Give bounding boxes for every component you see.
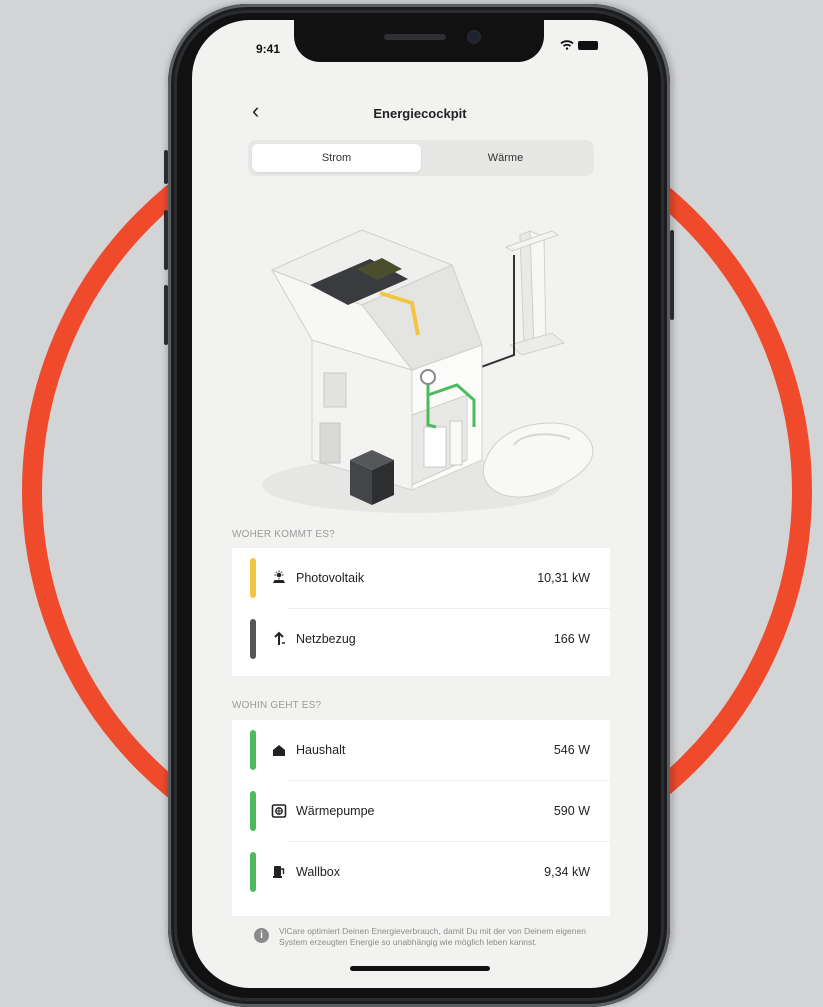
mute-switch — [164, 150, 168, 184]
haushalt-color-bar — [250, 730, 256, 770]
phone-screen: 9:41 ‹ Energiecockpit Strom Wärme WOHER … — [192, 20, 648, 988]
page-title: Energiecockpit — [373, 106, 467, 121]
haushalt-value: 546 W — [553, 743, 590, 757]
notch — [294, 20, 544, 62]
photovoltaik-value: 10,31 kW — [537, 571, 590, 585]
waermepumpe-value: 590 W — [553, 804, 590, 818]
wallbox-label: Wallbox — [296, 865, 340, 879]
sources-section-label: WOHER KOMMT ES? — [232, 529, 335, 540]
consumers-section-label: WOHIN GEHT ES? — [232, 700, 322, 711]
volume-down-button — [164, 285, 168, 345]
speaker-grille — [384, 34, 446, 40]
tab-waerme[interactable]: Wärme — [421, 144, 590, 172]
sources-card: Photovoltaik 10,31 kW Netzbezug 166 W — [232, 548, 610, 676]
netzbezug-color-bar — [250, 619, 256, 659]
info-icon: i — [254, 928, 269, 943]
segmented-control: Strom Wärme — [248, 140, 594, 176]
info-text: ViCare optimiert Deinen Energieverbrauch… — [279, 926, 586, 947]
wallbox-icon — [270, 863, 288, 881]
list-item-haushalt[interactable]: Haushalt 546 W — [232, 720, 610, 780]
list-item-wallbox[interactable]: Wallbox 9,34 kW — [232, 842, 610, 902]
info-note: i ViCare optimiert Deinen Energieverbrau… — [254, 926, 594, 948]
consumers-card: Haushalt 546 W Wärmepumpe 590 W Wallbox … — [232, 720, 610, 916]
list-item-photovoltaik[interactable]: Photovoltaik 10,31 kW — [232, 548, 610, 608]
wallbox-value: 9,34 kW — [544, 865, 590, 879]
list-item-waermepumpe[interactable]: Wärmepumpe 590 W — [232, 781, 610, 841]
status-icons — [560, 40, 598, 50]
list-item-netzbezug[interactable]: Netzbezug 166 W — [232, 609, 610, 669]
photovoltaik-label: Photovoltaik — [296, 571, 365, 585]
house-icon — [270, 741, 288, 759]
status-time: 9:41 — [256, 42, 281, 56]
netzbezug-label: Netzbezug — [296, 632, 356, 646]
wallbox-color-bar — [250, 852, 256, 892]
volume-up-button — [164, 210, 168, 270]
grid-import-icon — [270, 630, 288, 648]
home-indicator[interactable] — [350, 966, 490, 971]
heat-pump-icon — [270, 802, 288, 820]
electric-car — [483, 422, 594, 498]
power-button — [670, 230, 674, 320]
waermepumpe-color-bar — [250, 791, 256, 831]
house-energy-illustration — [262, 229, 594, 513]
wifi-icon — [560, 40, 574, 50]
haushalt-label: Haushalt — [296, 743, 346, 757]
tab-strom[interactable]: Strom — [252, 144, 421, 172]
solar-panel-icon — [270, 569, 288, 587]
photovoltaik-color-bar — [250, 558, 256, 598]
waermepumpe-label: Wärmepumpe — [296, 804, 375, 818]
netzbezug-value: 166 W — [553, 632, 590, 646]
battery-icon — [578, 40, 598, 50]
front-camera — [469, 32, 479, 42]
